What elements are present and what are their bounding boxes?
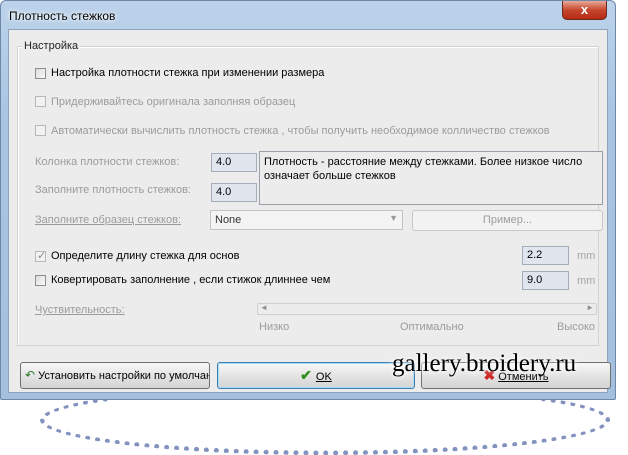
sensitivity-label: Чуствительность: bbox=[35, 304, 125, 316]
ok-label: OK bbox=[315, 371, 332, 383]
reset-defaults-label: Установить настройки по умолчан bbox=[38, 370, 210, 382]
fill-pattern-select[interactable]: None ▼ bbox=[210, 210, 403, 230]
adjust-density-checkbox[interactable] bbox=[35, 68, 46, 79]
fill-pattern-label-text: Заполните образец стежков: bbox=[35, 214, 181, 226]
close-button[interactable]: x bbox=[562, 1, 607, 20]
fill-pattern-label: Заполните образец стежков: bbox=[35, 214, 181, 226]
stitch-length-checkbox[interactable]: ✓ bbox=[35, 250, 47, 262]
slider-right-arrow-icon: ► bbox=[586, 303, 594, 312]
reset-icon: ↶ bbox=[25, 368, 36, 382]
density-description: Плотность - расстояние между стежками. Б… bbox=[259, 151, 603, 205]
window-title: Плотность стежков bbox=[9, 9, 116, 23]
check-icon: ✔ bbox=[300, 367, 312, 383]
keep-original-checkbox[interactable] bbox=[35, 96, 46, 107]
density-dialog: Плотность стежков x Настройка Настройка … bbox=[0, 0, 616, 400]
keep-original-label[interactable]: Придерживайтесь оригинала заполняя образ… bbox=[51, 96, 295, 108]
sensitivity-high-label: Высоко bbox=[557, 321, 596, 333]
fill-pattern-value: None bbox=[215, 214, 242, 226]
convert-label[interactable]: Ковертировать заполнение , если стижок д… bbox=[51, 274, 330, 286]
chevron-down-icon: ▼ bbox=[389, 213, 398, 223]
convert-checkbox[interactable] bbox=[35, 275, 46, 286]
stitch-length-unit: mm bbox=[577, 250, 596, 262]
convert-length-unit: mm bbox=[577, 275, 596, 287]
convert-length-input[interactable]: 9.0 bbox=[522, 271, 569, 290]
auto-calc-checkbox[interactable] bbox=[35, 125, 46, 136]
fill-density-label: Заполните плотность стежков: bbox=[35, 184, 191, 196]
stitch-length-label[interactable]: Определите длину стежка для основ bbox=[51, 250, 239, 262]
sensitivity-low-label: Низко bbox=[259, 321, 290, 333]
dialog-client-area: Настройка Настройка плотности стежка при… bbox=[8, 29, 611, 393]
column-density-label: Колонка плотности стежков: bbox=[35, 156, 180, 168]
sensitivity-optimal-label: Оптимально bbox=[400, 321, 464, 333]
check-icon: ✓ bbox=[37, 250, 47, 262]
stitch-length-input[interactable]: 2.2 bbox=[522, 246, 569, 265]
adjust-density-label[interactable]: Настройка плотности стежка при изменении… bbox=[51, 67, 324, 79]
reset-defaults-button[interactable]: ↶ Установить настройки по умолчан bbox=[20, 362, 210, 389]
column-density-input[interactable]: 4.0 bbox=[211, 153, 257, 172]
title-bar: Плотность стежков x bbox=[1, 1, 615, 29]
auto-calc-label[interactable]: Автоматически вычислить плотность стежка… bbox=[51, 125, 550, 137]
sensitivity-slider[interactable]: ◄ ► bbox=[257, 303, 597, 315]
fill-density-input[interactable]: 4.0 bbox=[211, 183, 257, 202]
watermark-text: gallery.broidery.ru bbox=[392, 350, 577, 377]
example-button[interactable]: Пример... bbox=[412, 210, 603, 231]
slider-left-arrow-icon: ◄ bbox=[260, 303, 268, 312]
ok-button[interactable]: ✔ OK bbox=[217, 362, 415, 389]
group-title: Настройка bbox=[22, 40, 81, 52]
